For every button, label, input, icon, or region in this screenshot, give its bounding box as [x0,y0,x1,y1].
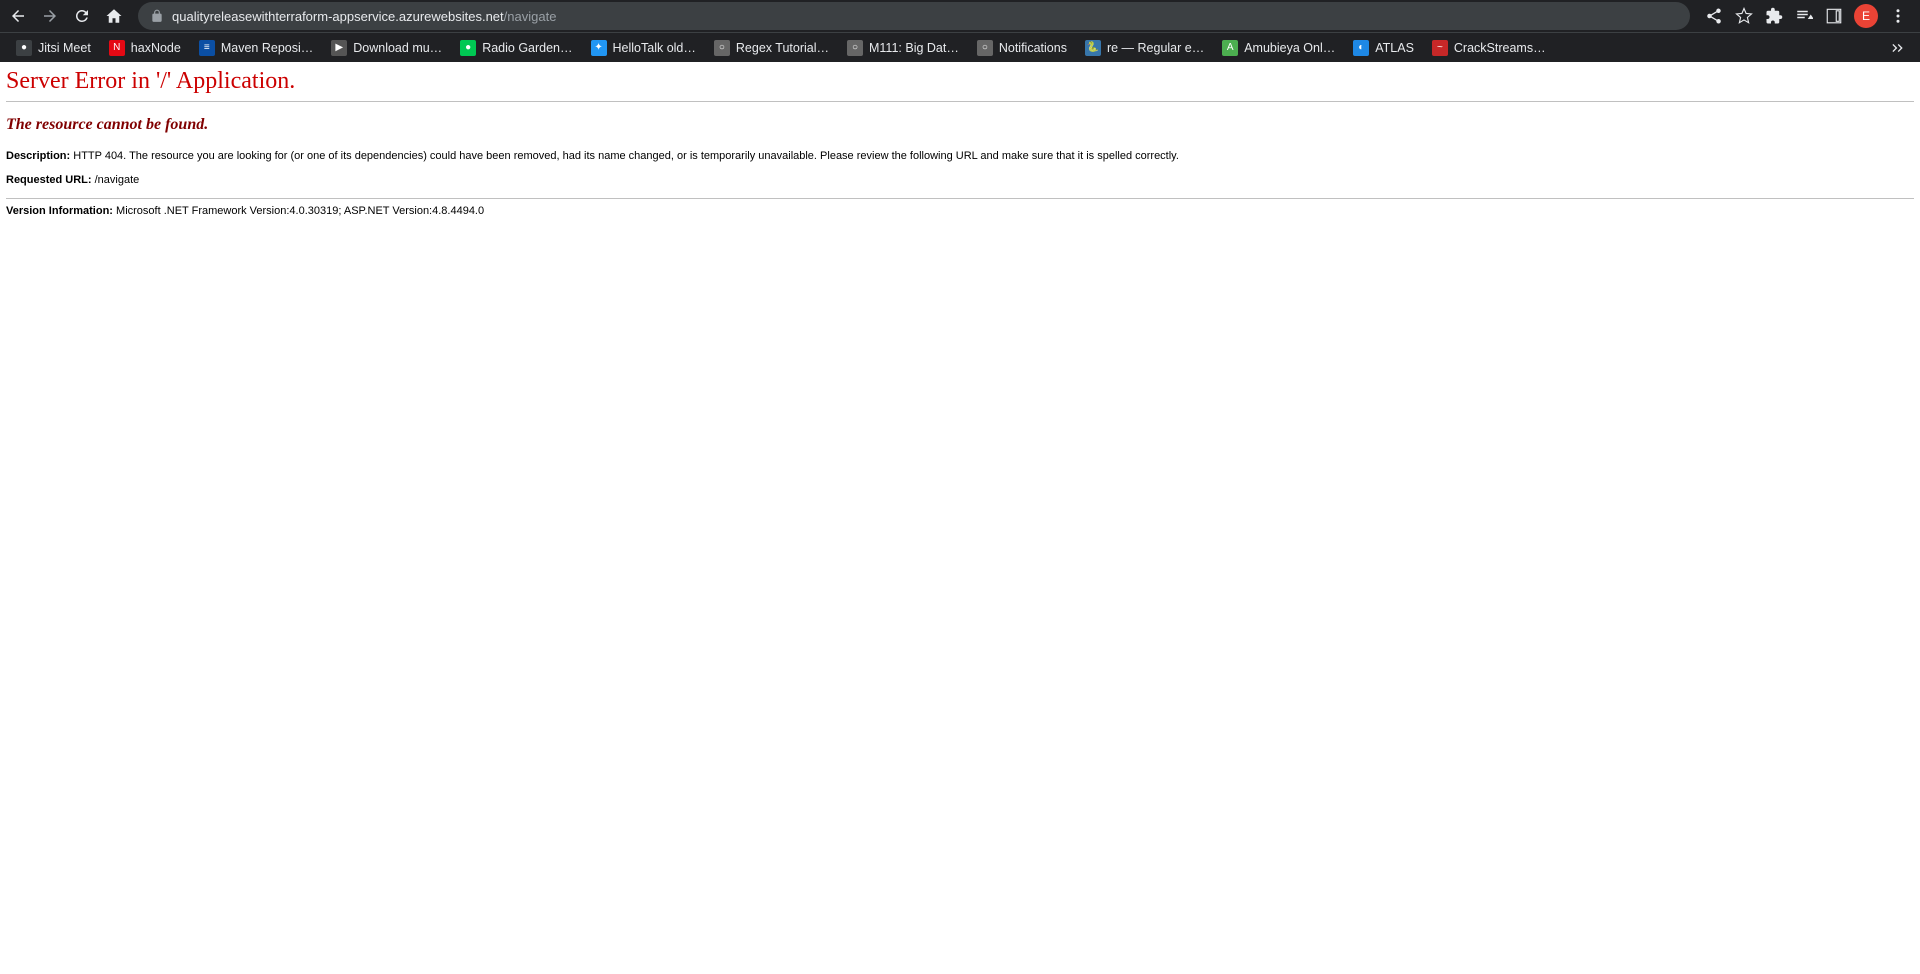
error-description: Description: HTTP 404. The resource you … [6,150,1914,162]
bookmark-item[interactable]: NhaxNode [101,36,189,60]
page-content: Server Error in '/' Application. The res… [0,62,1920,223]
bookmark-item[interactable]: ● Jitsi Meet [8,36,99,60]
navigation-bar: qualityreleasewithterraform-appservice.a… [0,0,1920,32]
reload-button[interactable] [68,2,96,30]
bookmark-favicon: 🐍 [1085,40,1101,56]
bookmark-item[interactable]: ○ Regex Tutorial… [706,36,837,60]
req-text: /navigate [92,174,140,186]
bookmark-favicon: ○ [714,40,730,56]
bookmark-favicon: N [109,40,125,56]
bookmark-item[interactable]: ≡ Maven Reposi… [191,36,321,60]
bookmark-favicon: ○ [977,40,993,56]
forward-button[interactable] [36,2,64,30]
version-text: Microsoft .NET Framework Version:4.0.303… [113,205,484,217]
divider-bottom [6,198,1914,199]
bookmark-favicon: ○ [847,40,863,56]
bookmark-label: Regex Tutorial… [736,41,829,55]
url-host: qualityreleasewithterraform-appservice.a… [172,9,504,24]
reading-list-icon[interactable] [1790,2,1818,30]
back-button[interactable] [4,2,32,30]
bookmark-item[interactable]: ~ CrackStreams… [1424,36,1554,60]
bookmark-label: Maven Reposi… [221,41,313,55]
bookmarks-bar: ● Jitsi Meet NhaxNode ≡ Maven Reposi… ▶ Downlo… [0,32,1920,62]
bookmark-label: M111: Big Dat… [869,41,959,55]
bookmark-favicon: ~ [1432,40,1448,56]
bookmark-item[interactable]: ▶ Download mu… [323,36,450,60]
bookmark-star-icon[interactable] [1730,2,1758,30]
bookmark-item[interactable]: 🐍 re — Regular e… [1077,36,1212,60]
menu-icon[interactable] [1884,2,1912,30]
divider [6,101,1914,102]
bookmark-item[interactable]: ● Radio Garden… [452,36,580,60]
bookmark-favicon: ◐ [1353,40,1369,56]
bookmark-item[interactable]: A Amubieya Onl… [1214,36,1343,60]
side-panel-icon[interactable] [1820,2,1848,30]
bookmark-label: re — Regular e… [1107,41,1204,55]
desc-label: Description: [6,150,70,162]
bookmark-item[interactable]: ✦ HelloTalk old… [583,36,704,60]
avatar-initial: E [1862,9,1870,23]
bookmark-favicon: ● [16,40,32,56]
bookmark-favicon: ✦ [591,40,607,56]
bookmark-label: Download mu… [353,41,442,55]
requested-url: Requested URL: /navigate [6,174,1914,186]
toolbar-right: E [1700,2,1916,30]
bookmark-label: Jitsi Meet [38,41,91,55]
bookmarks-overflow-icon[interactable] [1884,34,1912,62]
bookmark-favicon: ▶ [331,40,347,56]
desc-text: HTTP 404. The resource you are looking f… [70,150,1179,162]
bookmark-label: HelloTalk old… [613,41,696,55]
bookmark-favicon: ≡ [199,40,215,56]
version-label: Version Information: [6,205,113,217]
lock-icon [150,9,164,23]
bookmark-label: Notifications [999,41,1067,55]
bookmark-label: Amubieya Onl… [1244,41,1335,55]
address-bar[interactable]: qualityreleasewithterraform-appservice.a… [138,2,1690,30]
bookmark-label: CrackStreams… [1454,41,1546,55]
home-button[interactable] [100,2,128,30]
url-path: /navigate [504,9,557,24]
extensions-icon[interactable] [1760,2,1788,30]
bookmark-favicon: A [1222,40,1238,56]
profile-avatar[interactable]: E [1854,4,1878,28]
bookmark-label: haxNode [131,41,181,55]
req-label: Requested URL: [6,174,92,186]
browser-chrome: qualityreleasewithterraform-appservice.a… [0,0,1920,62]
error-header: Server Error in '/' Application. [6,68,1914,95]
bookmark-label: Radio Garden… [482,41,572,55]
share-icon[interactable] [1700,2,1728,30]
bookmark-item[interactable]: ◐ ATLAS [1345,36,1422,60]
bookmark-label: ATLAS [1375,41,1414,55]
error-subheader: The resource cannot be found. [6,116,1914,134]
version-info: Version Information: Microsoft .NET Fram… [6,205,1914,217]
bookmark-item[interactable]: ○ Notifications [969,36,1075,60]
bookmark-item[interactable]: ○ M111: Big Dat… [839,36,967,60]
bookmark-favicon: ● [460,40,476,56]
